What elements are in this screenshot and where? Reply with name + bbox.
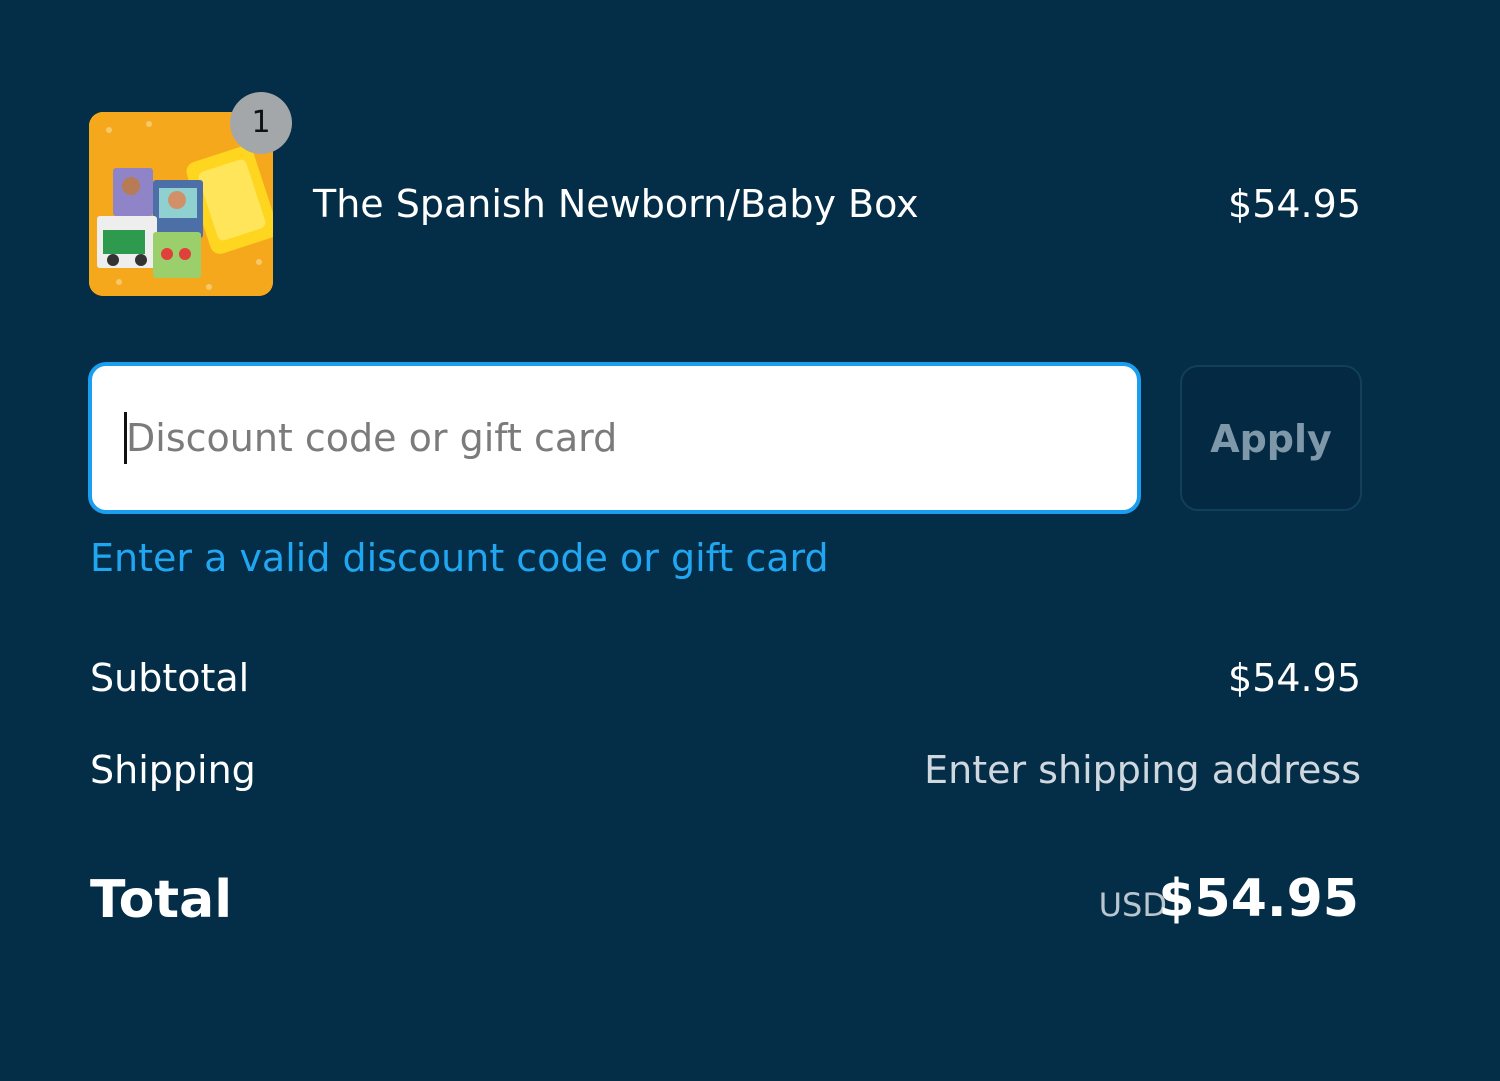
total-currency: USD [1098, 886, 1167, 924]
product-title: The Spanish Newborn/Baby Box [313, 182, 919, 226]
line-item: 1 The Spanish Newborn/Baby Box $54.95 [89, 92, 1361, 296]
discount-error-message: Enter a valid discount code or gift card [90, 536, 829, 580]
product-price: $54.95 [1228, 182, 1361, 226]
shipping-label: Shipping [90, 748, 256, 792]
shipping-value: Enter shipping address [924, 748, 1361, 792]
discount-field[interactable] [88, 362, 1141, 514]
total-label: Total [90, 870, 233, 930]
subtotal-value: $54.95 [1228, 656, 1361, 700]
subtotal-label: Subtotal [90, 656, 250, 700]
total-amount: $54.95 [1158, 869, 1359, 929]
discount-code-input[interactable] [126, 366, 1106, 510]
quantity-badge: 1 [230, 92, 292, 154]
order-summary: 1 The Spanish Newborn/Baby Box $54.95 Ap… [0, 0, 1500, 1081]
apply-discount-button[interactable]: Apply [1180, 365, 1362, 511]
text-cursor [124, 412, 127, 464]
